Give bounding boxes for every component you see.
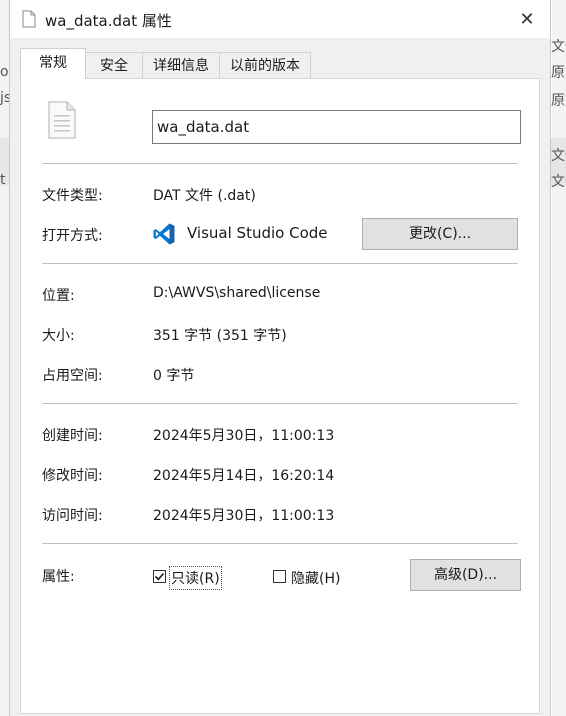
created-label: 创建时间: [42, 428, 103, 444]
background-text-fragment: t [0, 172, 6, 188]
disk-size-value: 0 字节 [153, 368, 195, 384]
file-type-label: 文件类型: [42, 188, 103, 204]
close-button[interactable]: ✕ [512, 6, 542, 34]
checkmark-icon [154, 572, 165, 581]
open-with-label: 打开方式: [42, 228, 103, 244]
created-value: 2024年5月30日，11:00:13 [153, 428, 335, 444]
background-text-fragment: 文件 [551, 174, 566, 190]
background-text-fragment: 文件 [551, 148, 566, 164]
background-text-fragment: js [0, 90, 9, 106]
divider [42, 543, 518, 544]
background-text-fragment: 原文 [551, 65, 566, 81]
file-icon [48, 101, 76, 139]
background-text-fragment: 文件 [551, 39, 566, 55]
attributes-label: 属性: [42, 569, 75, 585]
divider [42, 163, 518, 164]
title-bar[interactable]: wa_data.dat 属性 ✕ [10, 0, 550, 38]
change-button[interactable]: 更改(C)... [362, 218, 518, 250]
properties-dialog: wa_data.dat 属性 ✕ 常规 安全 详细信息 以前的版本 文件类型: … [9, 0, 551, 716]
location-value: D:\AWVS\shared\license [153, 285, 321, 301]
general-panel: 文件类型: DAT 文件 (.dat) 打开方式: Visual Studio … [20, 78, 540, 714]
modified-label: 修改时间: [42, 468, 103, 484]
file-name-input[interactable] [152, 110, 521, 144]
size-label: 大小: [42, 328, 75, 344]
file-type-value: DAT 文件 (.dat) [153, 188, 256, 204]
tab-security[interactable]: 安全 [85, 52, 143, 78]
open-with-app-name: Visual Studio Code [187, 224, 328, 242]
disk-size-label: 占用空间: [42, 368, 103, 384]
accessed-label: 访问时间: [42, 508, 103, 524]
hidden-checkbox[interactable] [273, 570, 286, 583]
tab-previous-versions[interactable]: 以前的版本 [219, 52, 311, 78]
tab-bar: 常规 安全 详细信息 以前的版本 [20, 48, 540, 79]
accessed-value: 2024年5月30日，11:00:13 [153, 508, 335, 524]
divider [42, 263, 518, 264]
location-label: 位置: [42, 288, 75, 304]
vscode-icon [153, 223, 175, 245]
background-text-fragment: 原文 [551, 93, 566, 109]
readonly-checkbox-label[interactable]: 只读(R) [169, 566, 222, 590]
window-title: wa_data.dat 属性 [45, 12, 172, 30]
hidden-checkbox-label[interactable]: 隐藏(H) [291, 568, 340, 588]
document-icon [22, 10, 36, 28]
size-value: 351 字节 (351 字节) [153, 328, 287, 344]
tab-general[interactable]: 常规 [20, 48, 86, 79]
readonly-checkbox[interactable] [153, 570, 166, 583]
modified-value: 2024年5月14日，16:20:14 [153, 468, 335, 484]
divider [42, 403, 518, 404]
advanced-button[interactable]: 高级(D)... [410, 559, 521, 591]
background-text-fragment: or [0, 64, 9, 80]
tab-details[interactable]: 详细信息 [142, 52, 220, 78]
